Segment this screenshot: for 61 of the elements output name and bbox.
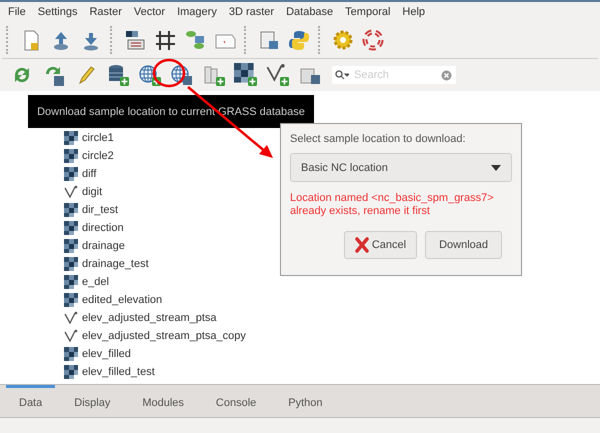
tree-item[interactable]: direction (82, 222, 124, 234)
menu-item[interactable]: Database (280, 6, 340, 18)
menu-item[interactable]: Help (396, 6, 432, 18)
tree-item[interactable]: circle2 (82, 150, 114, 162)
tree-item[interactable]: drainage (82, 240, 125, 252)
tree-item[interactable]: elev_adjusted_stream_ptsa (82, 312, 217, 324)
raster-icon (64, 275, 78, 289)
error-message: Location named <nc_basic_spm_grass7> already exists, rename it first (290, 192, 495, 218)
tooltip: Download sample location to current GRASS database (28, 95, 314, 128)
vector-icon (64, 329, 78, 343)
vector-icon (64, 311, 78, 325)
help-icon[interactable] (361, 28, 385, 52)
add-vector-icon[interactable] (266, 63, 290, 87)
raster-icon (64, 149, 78, 163)
tab[interactable]: Data (6, 385, 56, 417)
grid-icon[interactable] (153, 28, 177, 52)
raster-icon (64, 131, 78, 145)
gear-icon[interactable] (331, 28, 355, 52)
tree-item[interactable]: edited_elevation (82, 294, 162, 306)
raster-icon (64, 347, 78, 361)
search-icon (335, 70, 349, 80)
tab[interactable]: Console (202, 385, 270, 417)
menu-item[interactable]: Imagery (171, 6, 223, 18)
clear-icon[interactable] (441, 70, 452, 81)
menu-item[interactable]: Temporal (339, 6, 396, 18)
tree-item[interactable]: elev_filled_test (82, 366, 155, 378)
tree-item[interactable]: drainage_test (82, 258, 149, 270)
add-location-icon[interactable] (138, 63, 162, 87)
close-icon (354, 237, 369, 253)
raster-icon (64, 293, 78, 307)
tree-item[interactable]: elev_filled (82, 348, 131, 360)
download-button[interactable]: Download (425, 231, 502, 259)
add-raster-icon[interactable] (234, 63, 258, 87)
dialog-label: Select sample location to download: (290, 133, 466, 145)
menu-item[interactable]: Vector (128, 6, 172, 18)
tree-item[interactable]: e_del (82, 276, 109, 288)
menu-item[interactable]: Settings (32, 6, 84, 18)
tree-item[interactable]: circle1 (82, 132, 114, 144)
menu-item[interactable]: Raster (83, 6, 128, 18)
tab[interactable]: Display (61, 385, 124, 417)
tab[interactable]: Modules (129, 385, 197, 417)
tab[interactable]: Python (275, 385, 336, 417)
add-database-icon[interactable] (106, 63, 130, 87)
tree-item[interactable]: digit (82, 186, 102, 198)
menu-item[interactable]: 3D raster (222, 6, 280, 18)
raster-icon (64, 257, 78, 271)
menu-item[interactable]: File (2, 6, 32, 18)
tree-item[interactable]: dir_test (82, 204, 118, 216)
highlight-circle (152, 58, 186, 88)
location-dropdown[interactable]: Basic NC location (290, 153, 512, 182)
raster-icon (64, 239, 78, 253)
tree-item[interactable]: elev_adjusted_stream_ptsa_copy (82, 330, 246, 342)
raster-icon (64, 203, 78, 217)
raster-icon (64, 221, 78, 235)
cancel-button[interactable]: Cancel (344, 231, 418, 259)
vector-icon (64, 185, 78, 199)
python-icon[interactable] (287, 28, 311, 52)
raster-icon (64, 365, 78, 379)
caret-icon (491, 164, 501, 170)
raster-icon (64, 167, 78, 181)
tree-item[interactable]: diff (82, 168, 96, 180)
